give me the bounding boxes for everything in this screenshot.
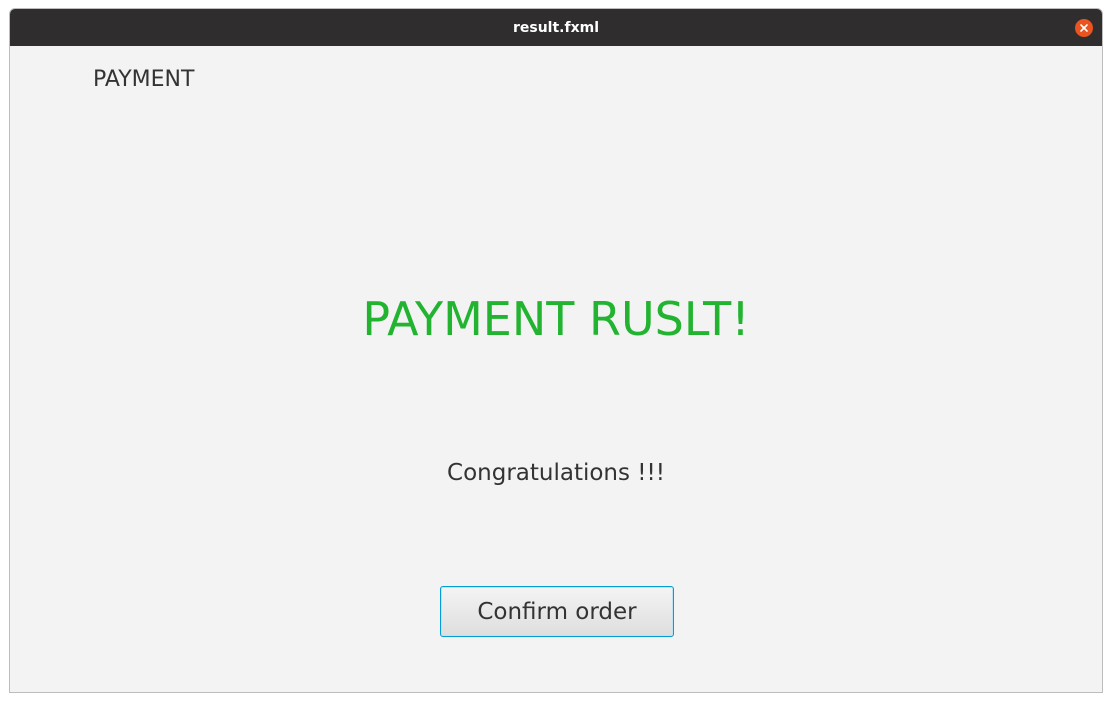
- congratulations-message: Congratulations !!!: [447, 460, 665, 486]
- confirm-order-button[interactable]: Confirm order: [440, 586, 674, 637]
- content-area: PAYMENT PAYMENT RUSLT! Congratulations !…: [10, 46, 1102, 692]
- close-icon: [1080, 24, 1088, 32]
- window-title: result.fxml: [512, 19, 600, 36]
- close-button[interactable]: [1075, 19, 1093, 37]
- payment-result-title: PAYMENT RUSLT!: [362, 292, 750, 346]
- app-window: result.fxml PAYMENT PAYMENT RUSLT! Congr…: [9, 8, 1103, 693]
- title-bar[interactable]: result.fxml: [10, 9, 1102, 46]
- page-header-label: PAYMENT: [93, 67, 195, 92]
